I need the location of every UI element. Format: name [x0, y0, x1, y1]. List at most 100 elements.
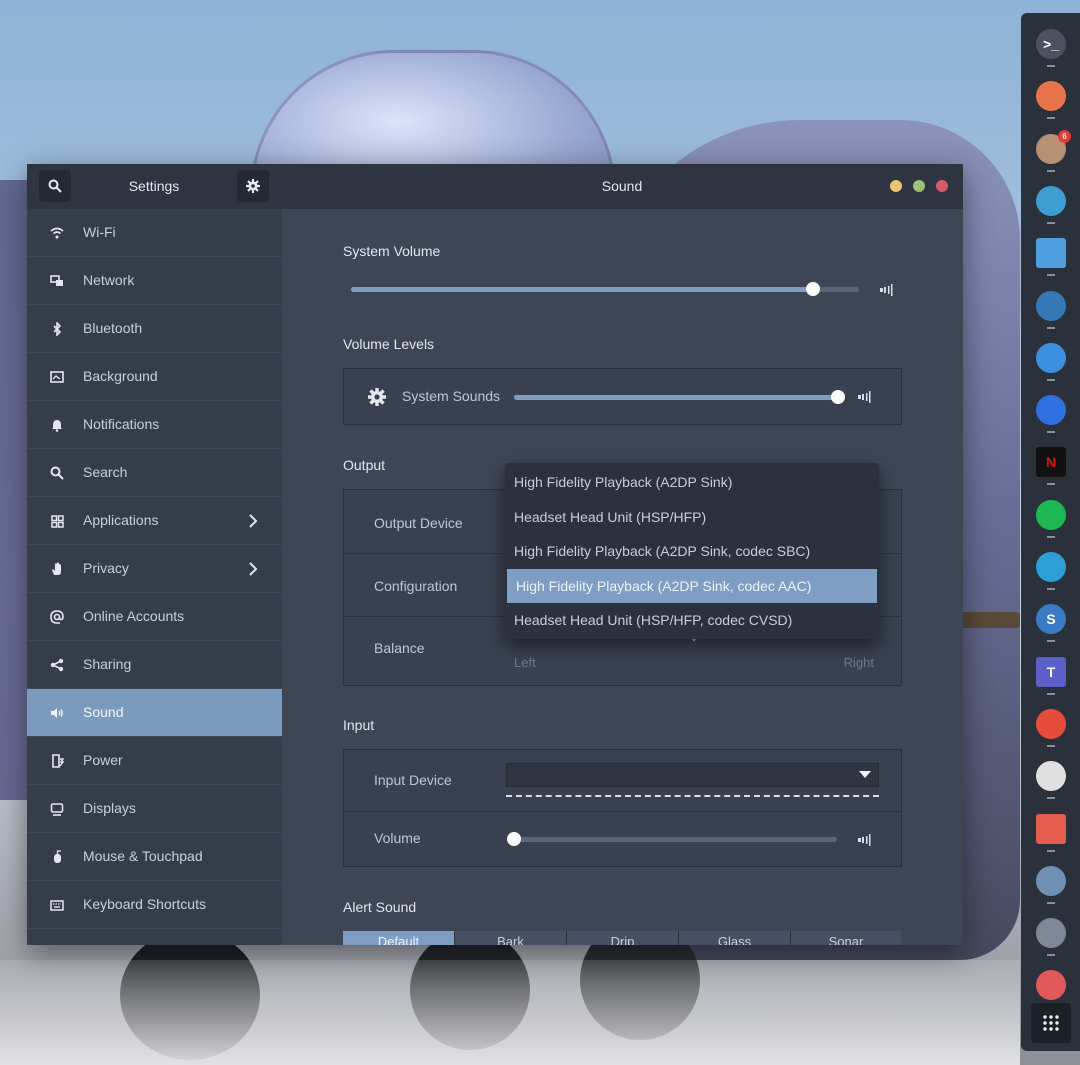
- dropdown-option[interactable]: Headset Head Unit (HSP/HFP, codec CVSD): [505, 603, 879, 637]
- hand-icon: [47, 559, 67, 579]
- display-icon: [47, 799, 67, 819]
- chrome-icon[interactable]: [1036, 761, 1066, 800]
- sidebar-item-label: Sharing: [83, 656, 132, 672]
- balance-label: Balance: [374, 640, 425, 656]
- firefox-icon[interactable]: [1036, 81, 1066, 120]
- presentation-icon[interactable]: [1036, 813, 1066, 852]
- input-device-select[interactable]: [506, 763, 879, 787]
- device-placeholder-line: [506, 795, 879, 797]
- running-indicator: [1047, 535, 1055, 538]
- sidebar-item-label: Mouse & Touchpad: [83, 848, 203, 864]
- wallpaper-detail: [960, 612, 1020, 628]
- alert-option-default[interactable]: Default: [343, 931, 455, 945]
- running-indicator: [1047, 849, 1055, 852]
- running-indicator: [1047, 221, 1055, 224]
- sidebar-item-search[interactable]: Search: [27, 449, 282, 497]
- simplenote-icon[interactable]: S: [1036, 604, 1066, 643]
- volume-icon: [858, 391, 871, 403]
- sidebar-item-sharing[interactable]: Sharing: [27, 641, 282, 689]
- teams-icon[interactable]: T: [1036, 656, 1066, 695]
- sidebar-item-label: Sound: [83, 704, 124, 720]
- kodi-icon[interactable]: [1036, 552, 1066, 590]
- sidebar-item-network[interactable]: Network: [27, 257, 282, 305]
- sidebar-item-label: Online Accounts: [83, 608, 185, 624]
- terminal-icon[interactable]: >_: [1036, 29, 1066, 67]
- sidebar-item-wifi[interactable]: Wi-Fi: [27, 209, 282, 257]
- maximize-button[interactable]: [913, 180, 925, 192]
- sidebar-item-power[interactable]: Power: [27, 737, 282, 785]
- settings-icon[interactable]: [1036, 918, 1066, 957]
- output-device-dropdown[interactable]: High Fidelity Playback (A2DP Sink) Heads…: [505, 463, 879, 639]
- slider-fill: [351, 287, 814, 292]
- share-icon: [47, 655, 67, 675]
- alert-option-sonar[interactable]: Sonar: [791, 931, 901, 945]
- sidebar-item-bluetooth[interactable]: Bluetooth: [27, 305, 282, 353]
- mixer-icon[interactable]: [1036, 865, 1066, 904]
- system-volume-slider[interactable]: [351, 282, 859, 296]
- spotify-icon[interactable]: [1036, 499, 1066, 538]
- signal-icon[interactable]: [1036, 395, 1066, 434]
- app-grid-button[interactable]: [1031, 1003, 1071, 1043]
- trash-icon[interactable]: [1036, 970, 1066, 1009]
- audio-monitor-icon[interactable]: [1036, 342, 1066, 381]
- balance-right-label: Right: [843, 655, 874, 670]
- dock-app-glyph: >_: [1043, 36, 1059, 52]
- input-heading: Input: [343, 717, 375, 733]
- system-sounds-slider[interactable]: [514, 390, 845, 404]
- mail-icon[interactable]: 6: [1036, 129, 1071, 172]
- sidebar-item-label: Power: [83, 752, 123, 768]
- dropdown-option[interactable]: High Fidelity Playback (A2DP Sink, codec…: [505, 534, 879, 568]
- sidebar-item-notifications[interactable]: Notifications: [27, 401, 282, 449]
- menu-button[interactable]: [237, 170, 269, 202]
- chevron-right-icon: [249, 514, 258, 528]
- sidebar-item-sound[interactable]: Sound: [27, 689, 282, 737]
- network-icon: [47, 271, 67, 291]
- balance-left-label: Left: [514, 655, 536, 670]
- sidebar-item-label: Applications: [83, 512, 159, 528]
- volume-icon: [880, 284, 893, 296]
- alert-sound-selector: Default Bark Drip Glass Sonar: [343, 931, 901, 945]
- dropdown-option-selected[interactable]: High Fidelity Playback (A2DP Sink, codec…: [507, 569, 877, 603]
- sidebar-item-partial[interactable]: [27, 929, 282, 945]
- wifi-icon: [47, 223, 67, 243]
- netflix-icon[interactable]: N: [1036, 447, 1066, 486]
- dropdown-option[interactable]: High Fidelity Playback (A2DP Sink): [505, 465, 879, 499]
- running-indicator: [1047, 692, 1055, 695]
- close-button[interactable]: [936, 180, 948, 192]
- sidebar-item-keyboard-shortcuts[interactable]: Keyboard Shortcuts: [27, 881, 282, 929]
- sidebar-item-privacy[interactable]: Privacy: [27, 545, 282, 593]
- slider-fill: [514, 395, 838, 400]
- steam-icon[interactable]: [1036, 290, 1066, 329]
- sidebar-item-background[interactable]: Background: [27, 353, 282, 401]
- slider-handle[interactable]: [831, 390, 845, 404]
- sad-face-icon[interactable]: [1036, 708, 1066, 747]
- input-volume-slider[interactable]: [507, 832, 837, 846]
- sidebar-item-label: Search: [83, 464, 128, 480]
- slider-handle[interactable]: [507, 832, 521, 846]
- search-button[interactable]: [39, 170, 71, 202]
- sidebar-item-displays[interactable]: Displays: [27, 785, 282, 833]
- alert-sound-heading: Alert Sound: [343, 899, 417, 915]
- gaming-app-icon[interactable]: [1036, 185, 1066, 224]
- sidebar-item-applications[interactable]: Applications: [27, 497, 282, 545]
- running-indicator: [1047, 483, 1055, 486]
- sidebar-item-label: Privacy: [83, 560, 129, 576]
- alert-option-drip[interactable]: Drip: [567, 931, 679, 945]
- sidebar-item-mouse-touchpad[interactable]: Mouse & Touchpad: [27, 833, 282, 881]
- at-icon: [47, 607, 67, 627]
- slider-handle[interactable]: [806, 282, 821, 296]
- alert-option-bark[interactable]: Bark: [455, 931, 567, 945]
- system-sounds-label: System Sounds: [402, 388, 501, 404]
- sidebar-item-online-accounts[interactable]: Online Accounts: [27, 593, 282, 641]
- grid-icon: [47, 511, 67, 531]
- dropdown-option[interactable]: Headset Head Unit (HSP/HFP): [505, 500, 879, 534]
- minimize-button[interactable]: [890, 180, 902, 192]
- background-icon: [47, 367, 67, 387]
- sidebar-item-label: Background: [83, 368, 158, 384]
- output-device-label: Output Device: [374, 515, 463, 531]
- dock: >_ 6 N S T: [1021, 13, 1080, 1051]
- alert-option-glass[interactable]: Glass: [679, 931, 791, 945]
- chevron-right-icon: [249, 562, 258, 576]
- files-icon[interactable]: [1036, 238, 1066, 277]
- dock-app-glyph: T: [1046, 663, 1056, 680]
